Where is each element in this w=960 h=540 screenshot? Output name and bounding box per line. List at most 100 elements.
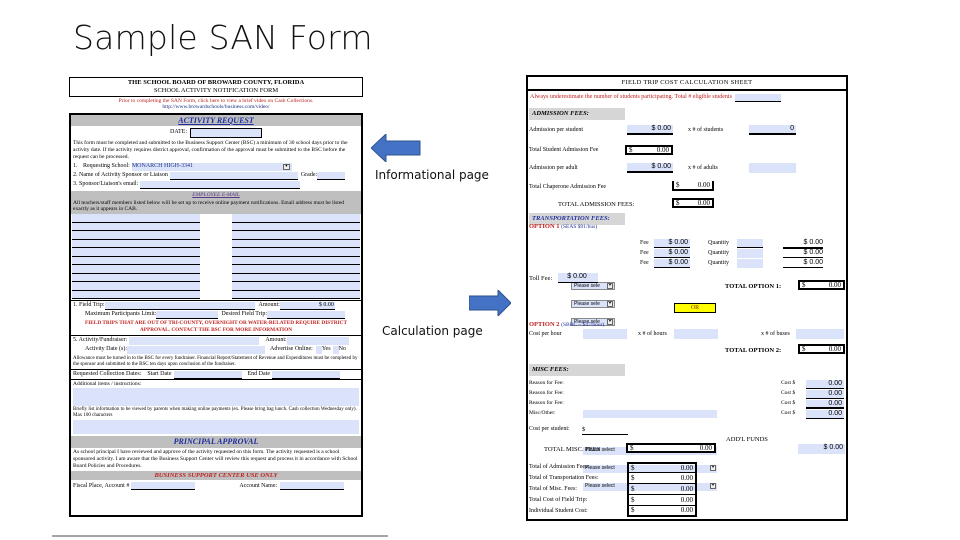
employee-email-field[interactable] <box>72 239 200 249</box>
total-misc-value: 0.00 <box>699 443 712 452</box>
principal-approval-heading: PRINCIPAL APPROVAL <box>71 436 361 449</box>
sponsor-email-field[interactable] <box>140 180 301 189</box>
bus-quantity-field[interactable] <box>737 259 763 268</box>
employee-email-field[interactable] <box>232 222 360 232</box>
grade-label: Grade: <box>300 171 318 178</box>
misc-cost-field[interactable]: 0.00 <box>806 410 844 419</box>
calc-sheet-title: FIELD TRIP COST CALCULATION SHEET <box>528 77 846 91</box>
sponsor-email-label: 3. Sponsor/Liaison's email: <box>73 180 139 187</box>
employee-email-field[interactable] <box>72 273 200 283</box>
chevron-down-icon[interactable]: ▾ <box>710 464 716 471</box>
calculation-page-label: Calculation page <box>382 324 483 338</box>
employee-email-field[interactable] <box>72 256 200 266</box>
total-option1-label: TOTAL OPTION 1: <box>725 283 782 290</box>
video-note-link[interactable]: Prior to completing the SAN Form, click … <box>69 98 363 105</box>
grade-field[interactable] <box>317 171 346 180</box>
employee-email-field[interactable] <box>232 231 360 240</box>
field-trip-amount[interactable]: $ 0.00 <box>279 301 335 310</box>
employee-email-field[interactable] <box>72 214 200 223</box>
video-url-link[interactable]: http://www.browardschools/business.com/v… <box>69 104 363 111</box>
employee-email-field[interactable] <box>72 231 200 240</box>
bus-quantity-field[interactable] <box>737 249 763 258</box>
date-field[interactable] <box>190 127 262 138</box>
account-name-field[interactable] <box>280 482 345 491</box>
desired-trip-field[interactable] <box>267 310 345 319</box>
sponsor-name-row: 2. Name of Activity Sponsor or Liaison G… <box>71 171 361 180</box>
bus-quantity-field[interactable] <box>737 239 763 248</box>
misc-cost-field[interactable]: 0.00 <box>806 380 844 389</box>
employee-email-field[interactable] <box>232 282 360 291</box>
total-admission-box: $ 0.00 <box>672 198 714 208</box>
activity-date-field[interactable] <box>127 346 265 355</box>
start-date-field[interactable] <box>173 370 242 379</box>
sponsor-name-label: 2. Name of Activity Sponsor or Liaison <box>73 171 168 178</box>
employee-email-field[interactable] <box>232 248 360 257</box>
employee-email-field[interactable] <box>232 273 360 283</box>
requesting-school-label: Requesting School: <box>83 162 130 169</box>
end-date-label: End Date <box>247 370 271 377</box>
cost-per-student-field[interactable]: $ <box>582 426 628 435</box>
end-date-field[interactable] <box>272 370 340 379</box>
fundraiser-label: 5. Activity/Fundraiser: <box>73 337 128 344</box>
bus-fee-field[interactable]: $ 0.00 <box>654 249 690 258</box>
cost-label: Cost $ <box>781 400 795 407</box>
max-participants-field[interactable] <box>156 310 219 319</box>
requesting-school-row: 1. Requesting School: MONARCH HIGH-3341 … <box>71 162 361 171</box>
misc-cost-field[interactable]: 0.00 <box>806 390 844 399</box>
bus-fee-field[interactable]: $ 0.00 <box>654 259 690 268</box>
total-student-admission-label: Total Student Admission Fee <box>529 147 599 153</box>
cost-per-hour-field[interactable] <box>583 329 627 339</box>
employee-email-field[interactable] <box>232 256 360 266</box>
chevron-down-icon[interactable]: ▾ <box>710 482 716 489</box>
chevron-down-icon[interactable]: ▾ <box>282 163 290 170</box>
addl-funds-amount[interactable]: $ 0.00 <box>798 444 845 454</box>
fundraiser-amount-field[interactable] <box>286 337 349 346</box>
bus-fee-field[interactable]: $ 0.00 <box>654 239 690 248</box>
misc-cost-field[interactable]: 0.00 <box>806 400 844 409</box>
employee-email-field[interactable] <box>72 248 200 257</box>
employee-email-field[interactable] <box>232 265 360 274</box>
buses-field[interactable] <box>796 329 844 339</box>
employee-email-field[interactable] <box>72 282 200 291</box>
parent-note-field[interactable] <box>73 420 359 435</box>
sponsor-name-field[interactable] <box>169 171 298 180</box>
cost-label: Cost $ <box>781 410 795 417</box>
fiscal-account-field[interactable] <box>131 482 196 491</box>
hours-field[interactable] <box>674 329 718 339</box>
employee-email-field[interactable] <box>232 290 360 300</box>
misc-other-field[interactable] <box>583 410 717 418</box>
bus-type-dropdown[interactable]: Please sele ▾ <box>571 299 615 308</box>
admission-per-adult-field[interactable]: $ 0.00 <box>627 163 673 173</box>
requesting-school-value: MONARCH HIGH-3341 <box>131 162 194 169</box>
total-option2-box: $ 0.00 <box>798 344 845 354</box>
chevron-down-icon[interactable]: ▾ <box>607 318 613 325</box>
eligible-students-field[interactable] <box>734 93 781 102</box>
additional-items-field[interactable] <box>73 387 359 406</box>
option1-title: OPTION 1 <box>529 223 560 230</box>
fundraiser-amount-label: Amount: <box>265 337 287 344</box>
field-trip-field[interactable] <box>104 301 255 310</box>
currency-symbol: $ <box>792 400 796 406</box>
num-students-field[interactable]: 0 <box>749 125 796 135</box>
fee-label: Fee <box>640 250 649 256</box>
currency-symbol: $ <box>631 463 635 472</box>
total-admission-label: TOTAL ADMISSION FEES: <box>558 201 635 208</box>
summary-row: Total of Misc. Fees: $ 0.00 <box>529 484 697 495</box>
requesting-school-dropdown[interactable]: MONARCH HIGH-3341 ▾ <box>131 162 292 171</box>
advertise-yes-label: Yes <box>321 346 331 353</box>
employee-email-field[interactable] <box>72 222 200 232</box>
employee-email-field[interactable] <box>72 265 200 274</box>
employee-email-field[interactable] <box>232 239 360 249</box>
admission-per-student-field[interactable]: $ 0.00 <box>627 125 673 135</box>
employee-email-field[interactable] <box>72 290 200 300</box>
total-student-admission-value: 0.00 <box>656 145 669 154</box>
admission-per-adult-label: Admission per adult <box>529 165 578 171</box>
employee-email-field[interactable] <box>232 214 360 223</box>
date-label: DATE: <box>170 129 187 136</box>
cost-label-text: Cost <box>781 410 792 416</box>
num-adults-field[interactable] <box>749 163 796 173</box>
chevron-down-icon[interactable]: ▾ <box>607 282 613 289</box>
toll-fee-field[interactable]: $ 0.00 <box>558 273 598 283</box>
chevron-down-icon[interactable]: ▾ <box>607 300 613 307</box>
fundraiser-field[interactable] <box>129 337 260 346</box>
